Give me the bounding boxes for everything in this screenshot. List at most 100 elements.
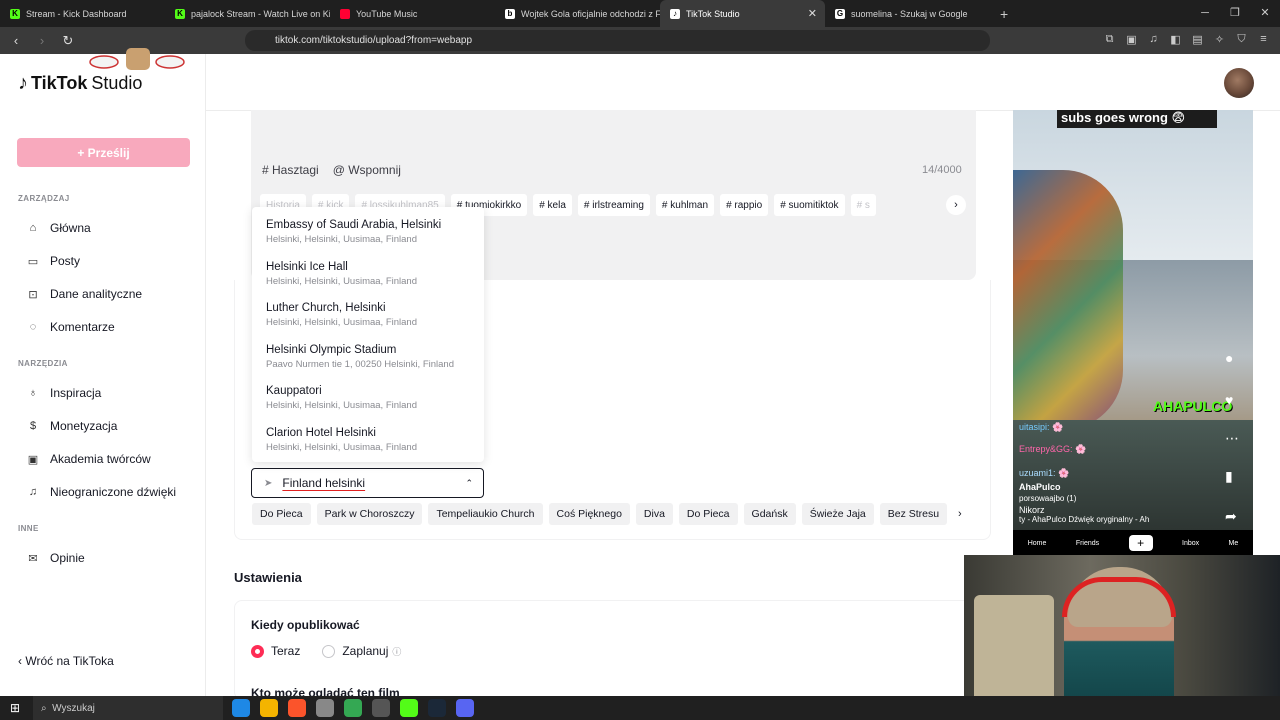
browser-tab[interactable]: YouTube Music	[330, 0, 495, 27]
chat-line: Entrepy&GG: 🌸	[1019, 444, 1087, 454]
logo-subtext: Studio	[91, 73, 143, 93]
new-tab-button[interactable]: +	[1000, 6, 1008, 22]
location-suggestion[interactable]: Clarion Hotel Helsinki Helsinki, Helsinki…	[266, 427, 481, 453]
location-chip[interactable]: Do Pieca	[252, 503, 311, 525]
browser-tab[interactable]: Gsuomelina - Szukaj w Google	[825, 0, 990, 27]
hashtag-chip[interactable]: # suomitiktok	[774, 194, 845, 216]
discord-icon[interactable]	[456, 699, 474, 717]
edge-icon[interactable]	[232, 699, 250, 717]
sidebar-item-inspiration[interactable]: ♁ Inspiracja	[26, 386, 101, 400]
hashtag-button[interactable]: # Hasztagi	[262, 163, 319, 177]
location-suggestion[interactable]: Helsinki Olympic Stadium Paavo Nurmen tie…	[266, 344, 481, 370]
location-chip[interactable]: Park w Choroszczy	[316, 503, 423, 525]
home-icon: ⌂	[29, 222, 37, 234]
music-icon[interactable]: ♫	[1147, 33, 1160, 46]
location-chip[interactable]: Diva	[635, 503, 673, 525]
chat-line: uitasipi: 🌸	[1019, 422, 1064, 432]
location-suggestion[interactable]: Embassy of Saudi Arabia, Helsinki Helsink…	[266, 219, 481, 245]
preview-tab-inbox: Inbox	[1182, 539, 1200, 547]
editor-toolbar: # Hasztagi @ Wspomnij	[262, 163, 401, 177]
sidebar-item-label: Inspiracja	[50, 386, 102, 400]
windows-start-icon[interactable]: ⊞	[10, 701, 20, 715]
extension-icons: ⧉ ▣ ♫ ◧ ▤ ✧ ⛉ ≡	[1103, 33, 1270, 46]
section-manage: ZARZĄDZAJ	[18, 194, 70, 203]
browser-tab[interactable]: b Wojtek Gola oficjalnie odchodzi z Fa…	[495, 0, 660, 27]
suggestion-address: Helsinki, Helsinki, Uusimaa, Finland	[266, 442, 417, 453]
sidebar-icon[interactable]: ◧	[1169, 33, 1182, 46]
forward-icon[interactable]: ›	[32, 33, 52, 48]
hashtag-chip[interactable]: # irlstreaming	[577, 194, 650, 216]
sidebar-item-home[interactable]: ⌂ Główna	[26, 221, 91, 235]
hashtag-chip[interactable]: # rappio	[720, 194, 769, 216]
sidebar-item-feedback[interactable]: ✉ Opinie	[26, 551, 84, 565]
sidebar-item-posts[interactable]: ▭ Posty	[26, 254, 80, 268]
radio-unchecked-icon	[322, 644, 336, 658]
tiktok-studio-logo[interactable]: ♪ TikTok Studio	[18, 72, 142, 95]
location-chip[interactable]: Tempeliaukio Church	[428, 503, 543, 525]
taskbar-search[interactable]: ⌕ Wyszukaj	[33, 696, 223, 720]
suggestion-address: Helsinki, Helsinki, Uusimaa, Finland	[266, 317, 417, 329]
back-icon[interactable]: ‹	[6, 33, 26, 48]
location-search-input[interactable]: ➤ Finland helsinki ⌃	[251, 468, 484, 498]
mention-button[interactable]: @ Wspomnij	[333, 163, 401, 177]
location-chip[interactable]: Coś Pięknego	[548, 503, 630, 525]
reload-icon[interactable]: ↻	[58, 33, 78, 49]
sidebar-item-academy[interactable]: ▣ Akademia twórców	[26, 452, 151, 466]
location-chip[interactable]: Świeże Jaja	[801, 503, 874, 525]
location-chip[interactable]: Gdańsk	[743, 503, 796, 525]
chevron-up-icon[interactable]: ⌃	[465, 478, 473, 489]
schedule-label: Zaplanuj	[342, 644, 389, 658]
comments-icon: ◌	[29, 321, 37, 333]
chevron-right-icon[interactable]: ›	[946, 195, 966, 215]
tab-label: TikTok Studio	[686, 8, 740, 19]
brave-icon[interactable]	[288, 699, 306, 717]
shield-icon[interactable]: ⛉	[1235, 33, 1248, 46]
visibility-label: Kto może oglądać ten film	[251, 686, 400, 696]
explorer-icon[interactable]	[260, 699, 278, 717]
publish-now-radio[interactable]: Teraz	[251, 644, 300, 658]
avatar[interactable]	[1224, 68, 1254, 98]
obs-icon[interactable]	[372, 699, 390, 717]
location-chip[interactable]: Bez Stresu	[879, 503, 948, 525]
preview-tab-me: Me	[1228, 539, 1239, 547]
sidebar-item-comments[interactable]: ◌ Komentarze	[26, 320, 115, 334]
section-tools: NARZĘDZIA	[18, 359, 68, 368]
ai-icon[interactable]: ✧	[1213, 33, 1226, 46]
upload-button[interactable]: + Prześlij	[17, 138, 190, 167]
back-to-tiktok-link[interactable]: ‹ Wróć na TikToka	[18, 654, 114, 668]
url-field[interactable]: tiktok.com/tiktokstudio/upload?from=weba…	[245, 30, 990, 51]
hashtag-chip[interactable]: # kela	[533, 194, 572, 216]
character-counter: 14/4000	[922, 164, 962, 176]
restore-button[interactable]: ❐	[1220, 0, 1250, 27]
kick-icon[interactable]	[400, 699, 418, 717]
schedule-radio[interactable]: Zaplanuj ⓘ	[322, 644, 401, 658]
location-suggestion[interactable]: Luther Church, Helsinki Helsinki, Helsink…	[266, 302, 481, 328]
menu-icon[interactable]: ≡	[1257, 33, 1270, 46]
extension-icon[interactable]: ⧉	[1103, 33, 1116, 46]
taskbar-search-label: Wyszukaj	[52, 702, 95, 714]
sidebar-item-analytics[interactable]: ⊡ Dane analityczne	[26, 287, 142, 301]
chevron-right-icon[interactable]: ›	[958, 508, 962, 520]
video-preview[interactable]: subs goes wrong 😨 AHAPULCO uitasipi: 🌸 E…	[1013, 110, 1253, 556]
steam-icon[interactable]	[428, 699, 446, 717]
browser-tab[interactable]: K Stream - Kick Dashboard	[0, 0, 165, 27]
hashtag-chip[interactable]: # kuhlman	[655, 194, 715, 216]
chrome-icon[interactable]	[344, 699, 362, 717]
hashtag-chip[interactable]: # s	[850, 194, 876, 216]
close-window-button[interactable]: ✕	[1250, 0, 1280, 27]
location-suggestion[interactable]: Kauppatori Helsinki, Helsinki, Uusimaa, F…	[266, 385, 481, 411]
browser-tab[interactable]: Kpajalock Stream - Watch Live on Kick	[165, 0, 330, 27]
sidebar-item-label: Komentarze	[50, 320, 115, 334]
browser-tab[interactable]: ♪ TikTok Studio ✕	[660, 0, 825, 27]
close-tab-icon[interactable]: ✕	[808, 7, 817, 20]
suggestion-title: Embassy of Saudi Arabia, Helsinki	[266, 219, 442, 231]
wallet-icon[interactable]: ▤	[1191, 33, 1204, 46]
sidebar-item-sounds[interactable]: ♫ Nieograniczone dźwięki	[26, 485, 176, 499]
location-suggestion[interactable]: Helsinki Ice Hall Helsinki, Helsinki, Uus…	[266, 261, 481, 287]
extension-icon[interactable]: ▣	[1125, 33, 1138, 46]
app-icon[interactable]	[316, 699, 334, 717]
sidebar-item-monetization[interactable]: $ Monetyzacja	[26, 419, 117, 433]
minimize-button[interactable]: ─	[1190, 0, 1220, 27]
location-chip[interactable]: Do Pieca	[678, 503, 738, 525]
sidebar: ♪ TikTok Studio + Prześlij ZARZĄDZAJ ⌂ Gł…	[0, 48, 206, 696]
